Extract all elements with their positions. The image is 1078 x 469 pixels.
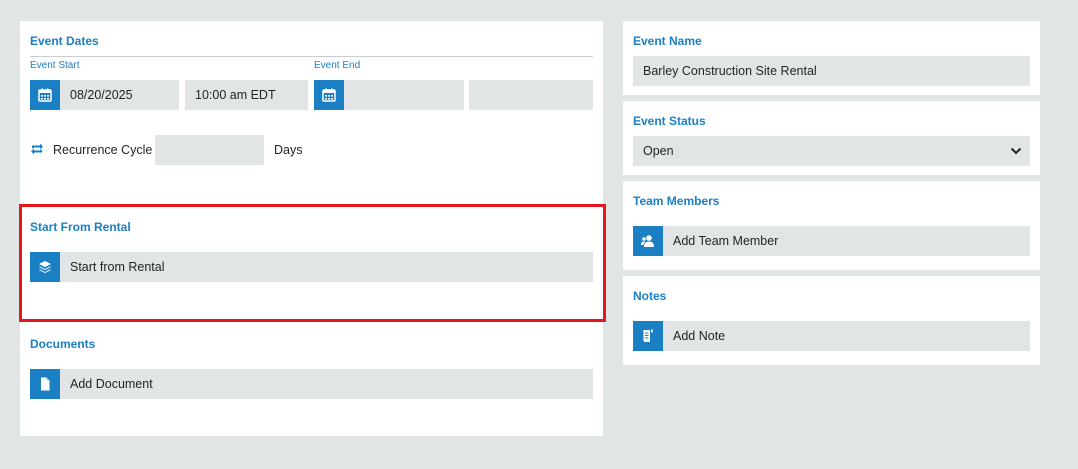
add-document-icon-button[interactable] [30, 369, 60, 399]
team-icon [641, 235, 654, 247]
notes-title: Notes [633, 289, 667, 303]
event-dates-title: Event Dates [30, 34, 99, 48]
event-end-label: Event End [314, 60, 361, 71]
calendar-icon [38, 88, 52, 102]
recurrence-unit-label: Days [274, 143, 303, 157]
add-team-member-icon-button[interactable] [633, 226, 663, 256]
start-from-rental-title: Start From Rental [30, 220, 131, 234]
calendar-icon [322, 88, 336, 102]
event-name-input[interactable]: Barley Construction Site Rental [633, 56, 1030, 86]
start-from-rental-icon-button[interactable] [30, 252, 60, 282]
chevron-down-icon [1010, 147, 1022, 155]
team-members-title: Team Members [633, 194, 720, 208]
recurrence-cycle-input[interactable] [155, 135, 264, 165]
add-note-icon-button[interactable] [633, 321, 663, 351]
start-time-input[interactable]: 10:00 am EDT [185, 80, 308, 110]
event-start-label: Event Start [30, 60, 80, 71]
event-dates-divider [30, 56, 593, 57]
add-team-member-button[interactable]: Add Team Member [663, 226, 1030, 256]
recurrence-icon[interactable] [29, 141, 45, 157]
event-status-select[interactable]: Open [633, 136, 1030, 166]
event-status-title: Event Status [633, 114, 706, 128]
end-date-calendar-button[interactable] [314, 80, 344, 110]
start-from-rental-button[interactable]: Start from Rental [60, 252, 593, 282]
start-date-input[interactable]: 08/20/2025 [60, 80, 179, 110]
recurrence-cycle-label: Recurrence Cycle [53, 143, 153, 157]
add-note-button[interactable]: Add Note [663, 321, 1030, 351]
document-icon [41, 377, 50, 391]
layers-icon [39, 261, 51, 273]
add-document-button[interactable]: Add Document [60, 369, 593, 399]
end-time-input[interactable] [469, 80, 593, 110]
event-status-value: Open [643, 144, 674, 158]
end-date-input[interactable] [344, 80, 464, 110]
documents-title: Documents [30, 337, 96, 351]
start-date-calendar-button[interactable] [30, 80, 60, 110]
note-icon [643, 329, 653, 342]
event-name-title: Event Name [633, 34, 702, 48]
